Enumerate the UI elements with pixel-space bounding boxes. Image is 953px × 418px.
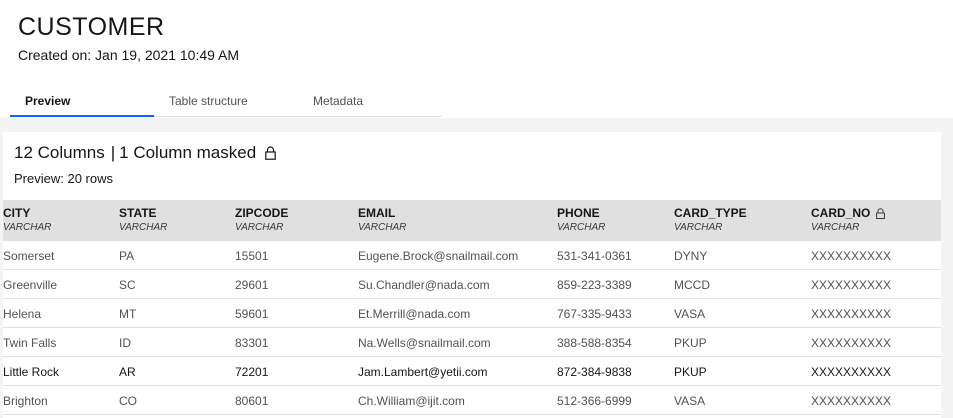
cell-city: Somerset [3, 249, 55, 263]
cell-state: ID [119, 336, 131, 350]
cell-zipcode: 72201 [235, 365, 269, 379]
table-header: CITY VARCHAR STATE VARCHAR ZIPCODE VARCH… [3, 200, 941, 241]
column-name-wrap: CARD_NO [811, 206, 886, 221]
cell-state: PA [119, 249, 135, 263]
table-row[interactable]: Somerset PA 15501 Eugene.Brock@snailmail.co… [3, 241, 941, 270]
column-type: VARCHAR [557, 222, 606, 233]
cell-phone: 531-341-0361 [557, 249, 632, 263]
column-header-zipcode[interactable]: ZIPCODE VARCHAR [235, 206, 288, 235]
cell-state: AR [119, 365, 136, 379]
cell-phone: 767-335-9433 [557, 307, 632, 321]
column-type: VARCHAR [3, 222, 52, 233]
cell-card-no: XXXXXXXXXX [811, 394, 892, 408]
column-count: 12 Columns [14, 143, 105, 162]
cell-email: Ch.William@ijit.com [358, 394, 465, 408]
cell-card-type: VASA [674, 307, 706, 321]
column-name: CARD_NO [811, 206, 871, 220]
cell-state: CO [119, 394, 137, 408]
column-header-state[interactable]: STATE VARCHAR [119, 206, 167, 235]
cell-city: Greenville [3, 278, 58, 292]
column-name: STATE [119, 206, 157, 220]
page-title: CUSTOMER [18, 13, 165, 41]
cell-card-type: VASA [674, 394, 706, 408]
column-type: VARCHAR [674, 222, 723, 233]
cell-city: Little Rock [3, 365, 60, 379]
lock-icon [265, 145, 276, 160]
cell-email: Eugene.Brock@snailmail.com [358, 249, 519, 263]
column-type: VARCHAR [358, 222, 407, 233]
cell-email: Jam.Lambert@yetii.com [358, 365, 488, 379]
table-row[interactable]: Twin Falls ID 83301 Na.Wells@snailmail.com 3… [3, 328, 941, 357]
cell-card-type: DYNY [674, 249, 708, 263]
cell-card-no: XXXXXXXXXX [811, 249, 892, 263]
tab-bar: Preview Table structure Metadata [10, 84, 442, 118]
cell-email: Et.Merrill@nada.com [358, 307, 471, 321]
column-type: VARCHAR [811, 222, 860, 233]
tab-table-structure[interactable]: Table structure [154, 84, 298, 117]
cell-zipcode: 29601 [235, 278, 269, 292]
cell-card-no: XXXXXXXXXX [811, 278, 892, 292]
table-row[interactable]: Brighton CO 80601 Ch.William@ijit.com 512-36… [3, 386, 941, 415]
column-header-email[interactable]: EMAIL VARCHAR [358, 206, 406, 235]
cell-state: MT [119, 307, 137, 321]
cell-email: Su.Chandler@nada.com [358, 278, 490, 292]
cell-zipcode: 80601 [235, 394, 269, 408]
masked-lock-icon [876, 208, 886, 219]
cell-card-type: PKUP [674, 365, 707, 379]
column-header-city[interactable]: CITY VARCHAR [3, 206, 51, 235]
cell-zipcode: 59601 [235, 307, 269, 321]
created-timestamp: Created on: Jan 19, 2021 10:49 AM [18, 47, 240, 63]
cell-state: SC [119, 278, 136, 292]
cell-card-no: XXXXXXXXXX [811, 307, 892, 321]
column-name: CITY [3, 206, 31, 220]
column-header-card-type[interactable]: CARD_TYPE VARCHAR [674, 206, 747, 235]
column-header-phone[interactable]: PHONE VARCHAR [557, 206, 605, 235]
table-row[interactable]: Little Rock AR 72201 Jam.Lambert@yetii.com 8… [3, 357, 941, 386]
cell-zipcode: 83301 [235, 336, 269, 350]
column-name: ZIPCODE [235, 206, 289, 220]
cell-city: Twin Falls [3, 336, 57, 350]
column-name: CARD_TYPE [674, 206, 747, 220]
table-row[interactable]: Greenville SC 29601 Su.Chandler@nada.com 859… [3, 270, 941, 299]
cell-city: Brighton [3, 394, 48, 408]
cell-card-type: PKUP [674, 336, 707, 350]
cell-card-no: XXXXXXXXXX [811, 336, 892, 350]
cell-city: Helena [3, 307, 42, 321]
table-body: Somerset PA 15501 Eugene.Brock@snailmail.co… [3, 241, 941, 415]
cell-phone: 859-223-3389 [557, 278, 632, 292]
cell-phone: 388-588-8354 [557, 336, 632, 350]
cell-zipcode: 15501 [235, 249, 269, 263]
table-row[interactable]: Helena MT 59601 Et.Merrill@nada.com 767-335-… [3, 299, 941, 328]
cell-phone: 512-366-6999 [557, 394, 632, 408]
cell-card-type: MCCD [674, 278, 710, 292]
tab-preview[interactable]: Preview [10, 84, 154, 117]
preview-panel: 12 Columns | 1 Column masked Preview: 20… [3, 132, 941, 418]
column-header-card-no[interactable]: CARD_NO VARCHAR [811, 206, 886, 235]
preview-row-count: Preview: 20 rows [14, 171, 113, 186]
column-name: PHONE [557, 206, 600, 220]
tab-metadata[interactable]: Metadata [298, 84, 442, 117]
preview-table: CITY VARCHAR STATE VARCHAR ZIPCODE VARCH… [3, 200, 941, 415]
column-name: EMAIL [358, 206, 396, 220]
page-header: CUSTOMER Created on: Jan 19, 2021 10:49 … [18, 12, 239, 64]
masked-count: 1 Column masked [119, 143, 257, 162]
cell-phone: 872-384-9838 [557, 365, 632, 379]
column-summary: 12 Columns | 1 Column masked [14, 143, 276, 163]
cell-email: Na.Wells@snailmail.com [358, 336, 491, 350]
cell-card-no: XXXXXXXXXX [811, 365, 892, 379]
column-type: VARCHAR [235, 222, 284, 233]
column-type: VARCHAR [119, 222, 168, 233]
summary-separator: | [110, 143, 116, 162]
